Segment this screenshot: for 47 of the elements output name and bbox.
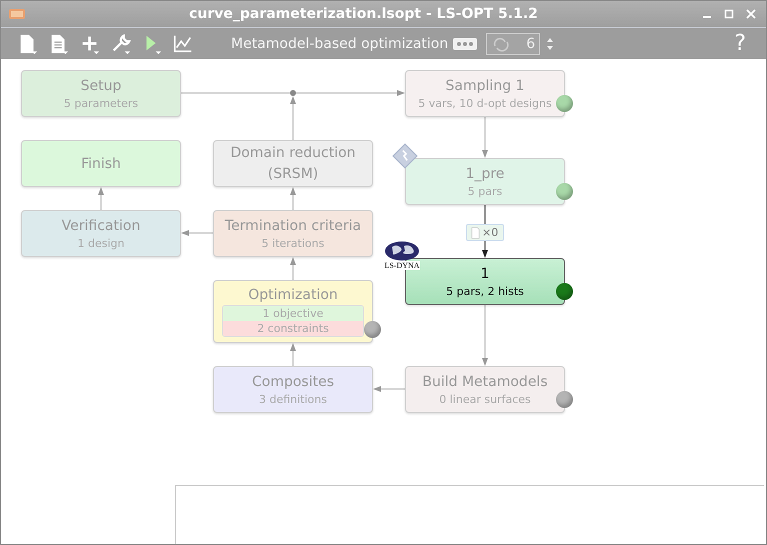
- iterations-field[interactable]: 6: [486, 32, 540, 54]
- node-title: 1: [480, 266, 490, 282]
- node-subtitle: 5 pars: [468, 184, 502, 198]
- node-title: Composites: [252, 374, 334, 390]
- node-title: Optimization: [248, 286, 338, 302]
- wrench-icon[interactable]: [110, 32, 132, 54]
- node-title: Termination criteria: [224, 218, 362, 234]
- workflow-node[interactable]: Sampling 1 5 vars, 10 d-opt designs: [405, 70, 565, 117]
- workflow-node[interactable]: Build Metamodels 0 linear surfaces: [405, 366, 565, 413]
- node-subtitle: 5 pars, 2 hists: [446, 284, 524, 298]
- node-subtitle: 0 linear surfaces: [439, 392, 531, 406]
- criteria-row: 1 objective: [223, 306, 363, 320]
- workflow-node[interactable]: Optimization 1 objective 2 constraints: [213, 280, 373, 343]
- node-title: 1_pre: [466, 166, 504, 182]
- workflow-node[interactable]: Setup 5 parameters: [21, 70, 181, 117]
- globe-icon: [384, 241, 420, 261]
- workflow-node[interactable]: Termination criteria 5 iterations: [213, 210, 373, 257]
- workflow-node[interactable]: Domain reduction (SRSM): [213, 140, 373, 187]
- logo-label: LS-DYNA: [384, 261, 420, 270]
- criteria-row: 2 constraints: [223, 320, 363, 336]
- window-title: curve_parameterization.lsopt - LS-OPT 5.1.2: [188, 6, 539, 22]
- help-button[interactable]: ?: [734, 31, 746, 56]
- node-subtitle: 5 iterations: [262, 236, 324, 250]
- node-title: Domain reduction (SRSM): [229, 144, 357, 184]
- node-subtitle: 5 parameters: [64, 96, 138, 110]
- node-subtitle: 1 design: [78, 236, 124, 250]
- node-subtitle: 3 definitions: [258, 392, 327, 406]
- node-title: Verification: [62, 218, 140, 234]
- file-badge: ×0: [466, 224, 504, 241]
- workflow-node[interactable]: Finish: [21, 140, 181, 187]
- spinner-arrows-icon[interactable]: [545, 36, 556, 52]
- workflow-node[interactable]: Composites 3 definitions: [213, 366, 373, 413]
- mode-label: Metamodel-based optimization: [231, 36, 448, 52]
- junction-dot: [290, 90, 296, 96]
- loop-icon: [491, 36, 512, 52]
- script-diamond-icon: [392, 143, 418, 169]
- app-icon: [9, 8, 25, 20]
- node-title: Sampling 1: [446, 78, 524, 94]
- node-title: Finish: [81, 156, 121, 172]
- node-title: Setup: [80, 78, 122, 94]
- workflow-node[interactable]: 1_pre 5 pars: [405, 158, 565, 205]
- node-title: Build Metamodels: [422, 374, 548, 390]
- more-icon[interactable]: [453, 38, 478, 50]
- workflow-node[interactable]: Verification 1 design: [21, 210, 181, 257]
- maximize-icon[interactable]: [724, 9, 734, 19]
- close-icon[interactable]: [746, 9, 756, 19]
- node-subtitle: 5 vars, 10 d-opt designs: [418, 96, 552, 110]
